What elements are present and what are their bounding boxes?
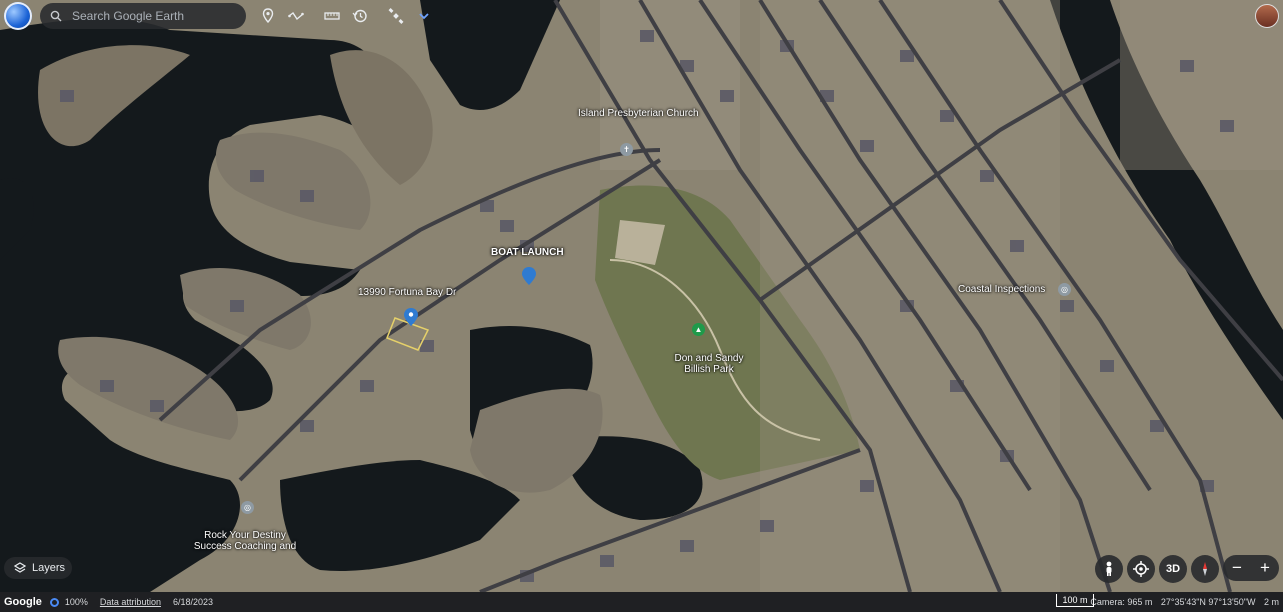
layers-icon xyxy=(14,562,26,573)
zoom-ring-icon xyxy=(49,597,59,607)
ruler-icon[interactable] xyxy=(318,3,346,29)
park-icon[interactable]: ▲ xyxy=(692,323,705,336)
zoom-level: 100% xyxy=(64,597,88,607)
church-icon[interactable]: ✝ xyxy=(620,143,633,156)
status-right: Camera: 965 m 27°35'43"N 97°13'50"W 2 m xyxy=(1090,597,1279,607)
coordinates: 27°35'43"N 97°13'50"W xyxy=(1160,597,1256,607)
crosshair-icon xyxy=(1133,561,1149,577)
label-address[interactable]: 13990 Fortuna Bay Dr xyxy=(358,287,456,298)
label-boat-launch[interactable]: BOAT LAUNCH xyxy=(491,247,564,258)
zoom-in-button[interactable]: + xyxy=(1260,558,1270,578)
business-icon[interactable]: ◎ xyxy=(1058,283,1071,296)
search-icon xyxy=(50,10,62,22)
search-input[interactable] xyxy=(70,8,234,24)
search-bar[interactable] xyxy=(40,3,246,29)
business-icon[interactable]: ◎ xyxy=(241,501,254,514)
path-icon[interactable] xyxy=(282,3,310,29)
google-logo: Google xyxy=(4,596,42,608)
location-pin-icon[interactable] xyxy=(404,308,418,326)
satellite-icon[interactable] xyxy=(382,3,410,29)
satellite-map[interactable] xyxy=(0,0,1283,592)
label-coaching[interactable]: Rock Your Destiny Success Coaching and xyxy=(188,530,302,552)
pin-icon[interactable] xyxy=(254,3,282,29)
boat-launch-pin-icon[interactable] xyxy=(522,267,536,285)
label-church[interactable]: Island Presbyterian Church xyxy=(578,108,699,119)
elevation: 2 m xyxy=(1263,597,1279,607)
avatar[interactable] xyxy=(1255,4,1279,28)
pegman-icon xyxy=(1106,561,1112,576)
my-location-button[interactable] xyxy=(1127,555,1155,583)
view-3d-label: 3D xyxy=(1165,563,1181,575)
history-icon[interactable] xyxy=(346,3,374,29)
compass-button[interactable] xyxy=(1191,555,1219,583)
layers-label: Layers xyxy=(32,562,66,574)
imagery-date: 6/18/2023 xyxy=(172,597,214,607)
top-toolbar xyxy=(4,2,438,30)
zoom-out-button[interactable]: − xyxy=(1232,558,1242,578)
compass-icon xyxy=(1203,562,1207,576)
layers-button[interactable]: Layers xyxy=(4,557,72,579)
view-3d-button[interactable]: 3D xyxy=(1159,555,1187,583)
label-coastal[interactable]: Coastal Inspections xyxy=(958,284,1045,295)
label-park[interactable]: Don and Sandy Billish Park xyxy=(664,353,754,375)
chevron-down-icon[interactable] xyxy=(410,3,438,29)
map-viewport[interactable]: Island Presbyterian Church ✝ BOAT LAUNCH… xyxy=(0,0,1283,612)
pegman-button[interactable] xyxy=(1095,555,1123,583)
zoom-control: − + xyxy=(1223,555,1279,581)
data-attribution-link[interactable]: Data attribution xyxy=(100,597,161,607)
scale-bar: 100 m xyxy=(1056,594,1094,607)
globe-icon[interactable] xyxy=(4,2,32,30)
camera-altitude: Camera: 965 m xyxy=(1090,597,1153,607)
